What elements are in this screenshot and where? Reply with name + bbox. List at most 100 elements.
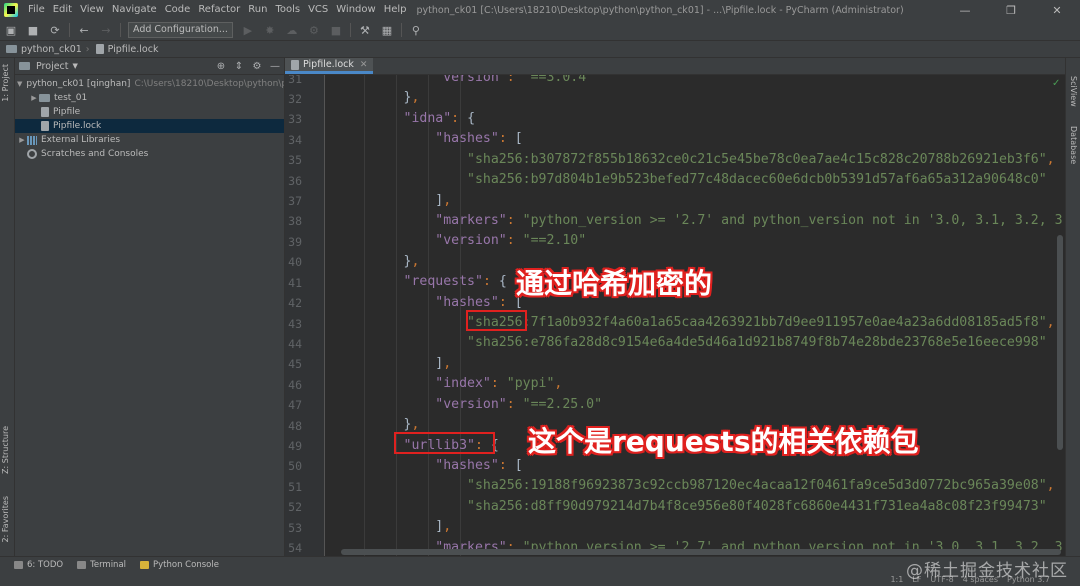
python-console-tool-button[interactable]: Python Console — [140, 560, 219, 570]
collapse-arrow-icon[interactable]: ▶ — [29, 94, 39, 102]
code-line[interactable]: "version": "==3.0.4" — [340, 75, 594, 85]
sync-icon[interactable]: ⟳ — [48, 23, 62, 37]
code-line[interactable]: "sha256:b307872f855b18632ce0c21c5e45be78… — [340, 152, 1055, 167]
code-line[interactable]: }, — [340, 417, 420, 432]
line-number: 43 — [288, 316, 302, 331]
tab-favorites-tool[interactable]: 2: Favorites — [1, 496, 10, 542]
restore-icon[interactable]: ❐ — [988, 4, 1034, 17]
terminal-icon — [77, 561, 87, 569]
code-line[interactable]: "sha256:e786fa28d8c9154e6a4de5d46a1d921b… — [340, 335, 1047, 350]
menu-run[interactable]: Run — [244, 0, 271, 20]
tree-item-label: Pipfile — [53, 107, 81, 117]
tree-item-pipfile[interactable]: Pipfile — [15, 105, 284, 119]
menu-tools[interactable]: Tools — [271, 0, 304, 20]
terminal-tool-button[interactable]: Terminal — [77, 560, 126, 570]
caret-position[interactable]: 1:1 — [890, 575, 903, 584]
tab-project-tool[interactable]: 1: Project — [1, 64, 10, 102]
menu-view[interactable]: View — [76, 0, 108, 20]
file-icon — [41, 107, 49, 117]
menu-navigate[interactable]: Navigate — [108, 0, 161, 20]
save-all-icon[interactable]: ■ — [26, 23, 40, 37]
code-editor[interactable]: "version": "==3.0.4" }, "idna": { "hashe… — [326, 75, 1065, 556]
code-line[interactable]: "requests": { — [340, 274, 507, 289]
close-tab-icon[interactable]: ✕ — [360, 60, 368, 70]
code-line[interactable]: "sha256:b97d804b1e9b523befed77c48dacec60… — [340, 172, 1047, 187]
toolbar-divider — [400, 23, 402, 37]
annotation-box-urllib3 — [394, 432, 495, 454]
code-line[interactable]: "hashes": [ — [340, 131, 522, 146]
code-line[interactable]: "sha256:d8ff90d979214d7b4f8ce956e80f4028… — [340, 499, 1047, 514]
profile-icon[interactable]: ⚙ — [307, 23, 321, 37]
hide-panel-icon[interactable]: — — [269, 61, 281, 72]
tab-database-tool[interactable]: Database — [1069, 126, 1078, 164]
breadcrumb-project[interactable]: python_ck01 › — [6, 44, 90, 55]
line-number: 50 — [288, 459, 302, 474]
close-window-icon[interactable]: ✕ — [1034, 4, 1080, 17]
tree-item-external-libraries[interactable]: ▶ External Libraries — [15, 133, 284, 147]
collapse-arrow-icon[interactable]: ▶ — [17, 136, 27, 144]
code-line[interactable]: ], — [340, 356, 451, 371]
code-line[interactable]: }, — [340, 90, 420, 105]
add-configuration-button[interactable]: Add Configuration... — [128, 22, 233, 38]
code-line[interactable]: }, — [340, 254, 420, 269]
folder-icon — [6, 45, 17, 53]
project-structure-icon[interactable]: ▦ — [380, 23, 394, 37]
window-title: python_ck01 [C:\Users\18210\Desktop\pyth… — [416, 4, 904, 16]
annotation-box-sha256 — [466, 310, 527, 331]
search-icon[interactable]: ⚲ — [409, 23, 423, 37]
code-line[interactable]: "markers": "python_version >= '2.7' and … — [340, 213, 1065, 228]
code-line[interactable]: "hashes": [ — [340, 295, 522, 310]
folder-icon — [39, 94, 50, 102]
coverage-icon[interactable]: ☁ — [285, 23, 299, 37]
code-line[interactable]: "sha256:7f1a0b932f4a60a1a65caa4263921bb7… — [340, 315, 1055, 330]
run-icon[interactable]: ▶ — [241, 23, 255, 37]
settings-wrench-icon[interactable]: ⚒ — [358, 23, 372, 37]
horizontal-scrollbar[interactable] — [341, 549, 1061, 555]
menu-file[interactable]: File — [24, 0, 49, 20]
code-line[interactable]: ], — [340, 519, 451, 534]
inspection-ok-check-icon[interactable]: ✓ — [1052, 78, 1060, 89]
code-line[interactable]: "version": "==2.25.0" — [340, 397, 602, 412]
tab-pipfile-lock[interactable]: Pipfile.lock ✕ — [285, 58, 374, 74]
menu-edit[interactable]: Edit — [49, 0, 76, 20]
tab-structure-tool[interactable]: Z: Structure — [1, 426, 10, 474]
toolbar-divider — [120, 23, 121, 37]
code-line[interactable]: ], — [340, 193, 451, 208]
todo-tool-button[interactable]: 6: TODO — [14, 560, 63, 570]
chevron-down-icon[interactable]: ▼ — [73, 62, 78, 70]
minimize-icon[interactable]: — — [942, 4, 988, 17]
tree-item-scratches[interactable]: Scratches and Consoles — [15, 147, 284, 161]
project-panel-title[interactable]: Project — [36, 61, 69, 72]
forward-arrow-icon[interactable]: → — [99, 23, 113, 37]
collapse-all-icon[interactable]: ⇕ — [233, 61, 245, 72]
locate-target-icon[interactable]: ⊕ — [215, 61, 227, 72]
menu-vcs[interactable]: VCS — [304, 0, 332, 20]
project-panel: Project ▼ ⊕ ⇕ ⚙ — ▼ python_ck01 [qinghan… — [15, 58, 285, 556]
expand-arrow-icon[interactable]: ▼ — [17, 80, 22, 88]
menu-window[interactable]: Window — [332, 0, 379, 20]
menu-code[interactable]: Code — [161, 0, 195, 20]
line-number: 53 — [288, 520, 302, 535]
code-line[interactable]: "index": "pypi", — [340, 376, 562, 391]
right-tool-stripe: SciView Database — [1065, 58, 1080, 556]
tree-item-test01[interactable]: ▶ test_01 — [15, 91, 284, 105]
tree-item-pipfile-lock[interactable]: Pipfile.lock — [15, 119, 284, 133]
project-panel-header: Project ▼ ⊕ ⇕ ⚙ — — [15, 58, 284, 75]
menu-refactor[interactable]: Refactor — [194, 0, 244, 20]
tree-item-label: Scratches and Consoles — [41, 149, 149, 159]
code-line[interactable]: "idna": { — [340, 111, 475, 126]
menu-help[interactable]: Help — [380, 0, 411, 20]
vertical-scrollbar[interactable] — [1057, 235, 1063, 450]
code-line[interactable]: "version": "==2.10" — [340, 233, 586, 248]
code-line[interactable]: "sha256:19188f96923873c92ccb987120ec4aca… — [340, 478, 1055, 493]
code-line[interactable]: "hashes": [ — [340, 458, 522, 473]
tab-sciview-tool[interactable]: SciView — [1069, 76, 1078, 107]
watermark: @稀土掘金技术社区 — [906, 561, 1068, 581]
gear-icon[interactable]: ⚙ — [251, 61, 263, 72]
tree-item-project-root[interactable]: ▼ python_ck01 [qinghan] C:\Users\18210\D… — [15, 77, 284, 91]
breadcrumb-file[interactable]: Pipfile.lock — [95, 44, 158, 55]
open-folder-icon[interactable]: ▣ — [4, 23, 18, 37]
back-arrow-icon[interactable]: ← — [77, 23, 91, 37]
stop-icon[interactable]: ■ — [329, 23, 343, 37]
debug-icon[interactable]: ✸ — [263, 23, 277, 37]
